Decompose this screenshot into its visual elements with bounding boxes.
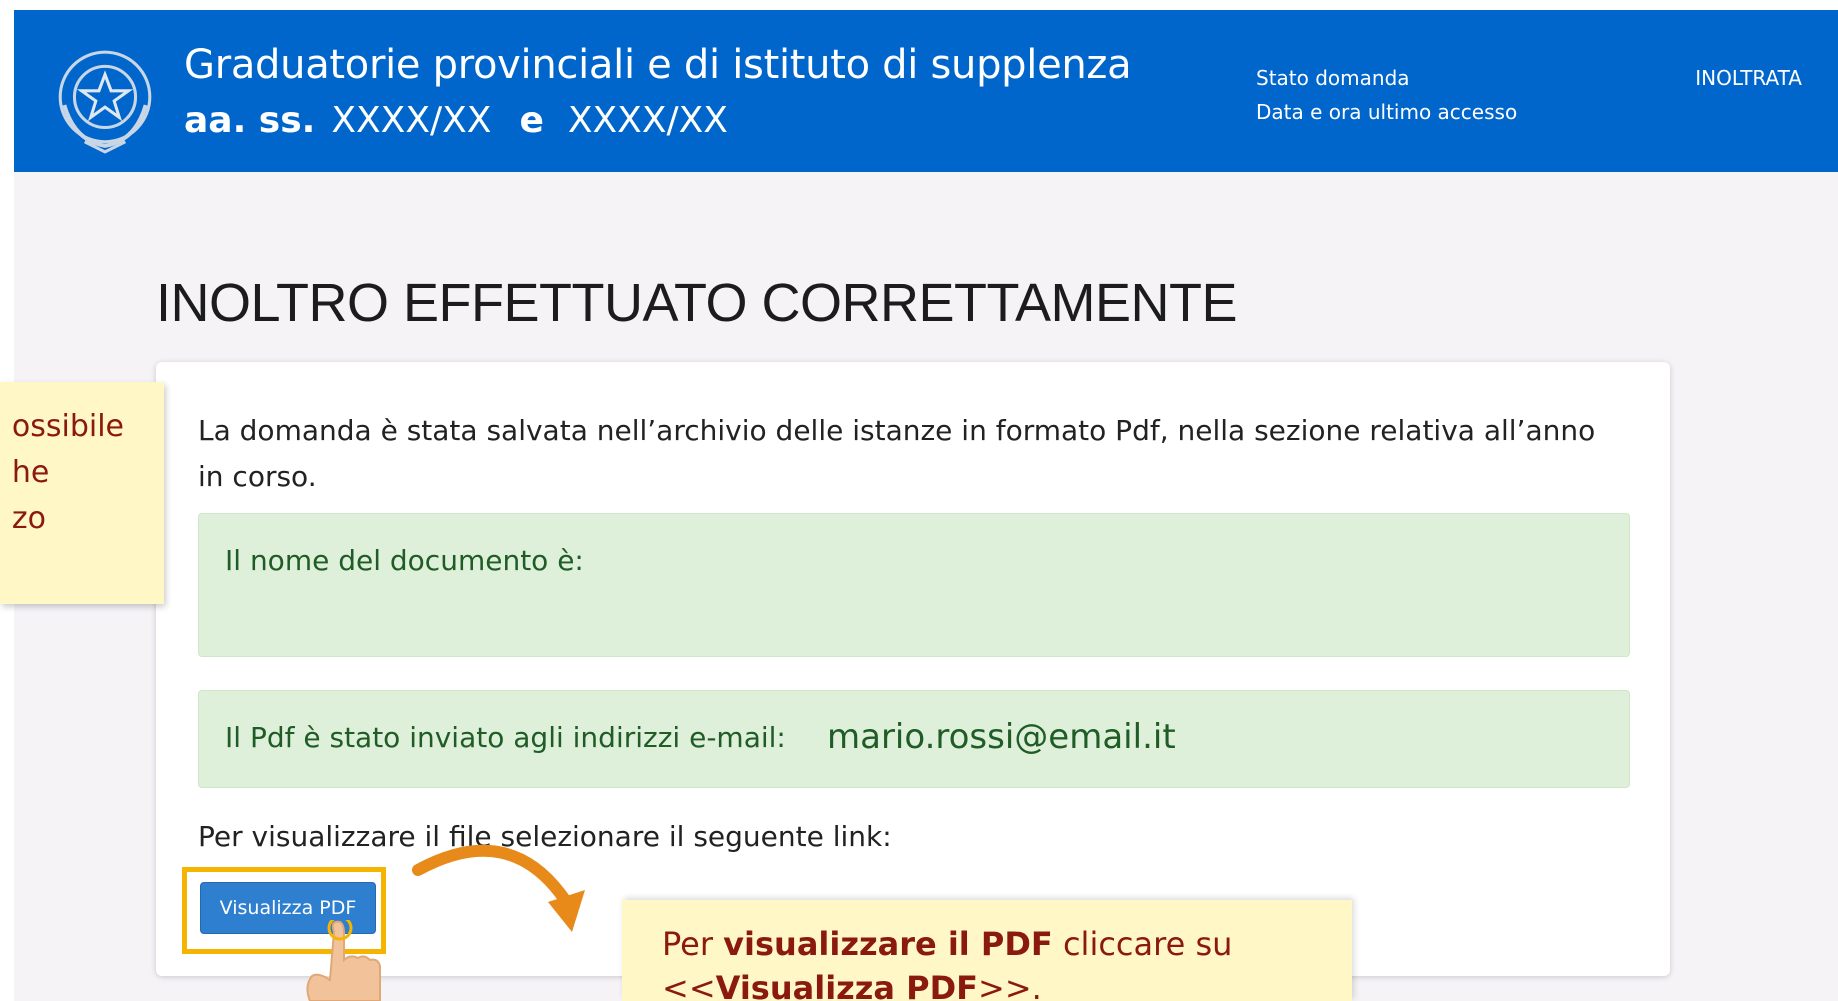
- year-from: XXXX/XX: [331, 100, 492, 141]
- note-left-line: he: [11, 455, 50, 490]
- app-title: Graduatorie provinciali e di istituto di…: [184, 42, 1132, 88]
- last-access-label: Data e ora ultimo accesso: [1256, 100, 1518, 124]
- note-left-line: zo: [11, 501, 46, 536]
- note-bold-text: visualizzare il PDF: [723, 925, 1053, 963]
- email-label: Il Pdf è stato inviato agli indirizzi e-…: [225, 721, 786, 754]
- italian-republic-emblem-icon: [58, 50, 152, 154]
- curved-arrow-icon: [412, 844, 585, 932]
- page-title: INOLTRO EFFETTUATO CORRETTAMENTE: [156, 273, 1238, 333]
- document-name-label: Il nome del documento è:: [225, 544, 584, 577]
- school-years-subtitle: aa. ss. XXXX/XX e XXXX/XX: [184, 100, 728, 141]
- tutorial-note-left: ossibile he zo: [0, 382, 164, 604]
- note-text: cliccare su: [1052, 925, 1233, 963]
- header-bar: Graduatorie provinciali e di istituto di…: [14, 10, 1838, 172]
- note-left-line: ossibile: [11, 409, 124, 444]
- email-sent-alert: Il Pdf è stato inviato agli indirizzi e-…: [198, 690, 1630, 788]
- tutorial-note-left-text: ossibile he zo: [12, 404, 124, 542]
- tutorial-note-bottom-text: Per visualizzare il PDF cliccare su <<Vis…: [662, 922, 1232, 1001]
- year-conjunction: e: [519, 100, 544, 141]
- document-name-alert: Il nome del documento è:: [198, 513, 1630, 657]
- tutorial-note-bottom: Per visualizzare il PDF cliccare su <<Vis…: [622, 900, 1352, 1001]
- subtitle-prefix: aa. ss.: [184, 100, 316, 141]
- note-bold-text: Visualizza PDF: [715, 969, 979, 1001]
- note-text: <<: [662, 969, 716, 1001]
- saved-message: La domanda è stata salvata nell’archivio…: [198, 414, 1596, 493]
- pointing-hand-icon: [306, 920, 381, 1001]
- note-text: Per: [662, 925, 724, 963]
- year-to: XXXX/XX: [567, 100, 728, 141]
- note-text: >>.: [978, 969, 1042, 1001]
- email-value: mario.rossi@email.it: [827, 717, 1176, 757]
- application-state-label: Stato domanda: [1256, 66, 1410, 90]
- application-state-value: INOLTRATA: [1695, 66, 1802, 90]
